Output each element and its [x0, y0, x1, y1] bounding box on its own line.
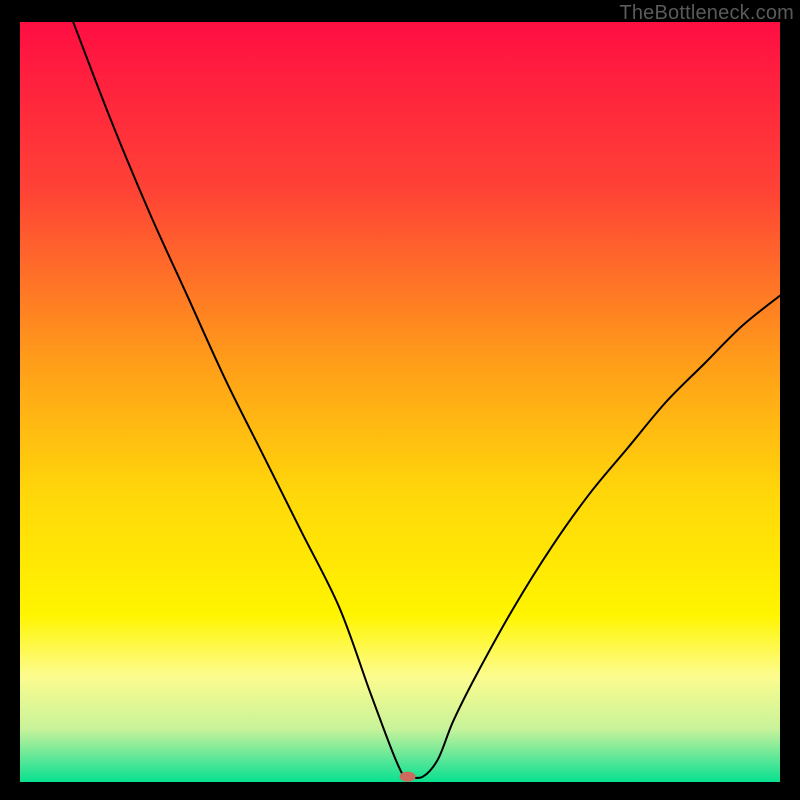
watermark-text: TheBottleneck.com: [619, 2, 794, 25]
chart-plot-area: [20, 22, 780, 782]
chart-svg: [20, 22, 780, 782]
optimal-marker: [400, 772, 416, 782]
chart-frame: TheBottleneck.com: [0, 0, 800, 800]
